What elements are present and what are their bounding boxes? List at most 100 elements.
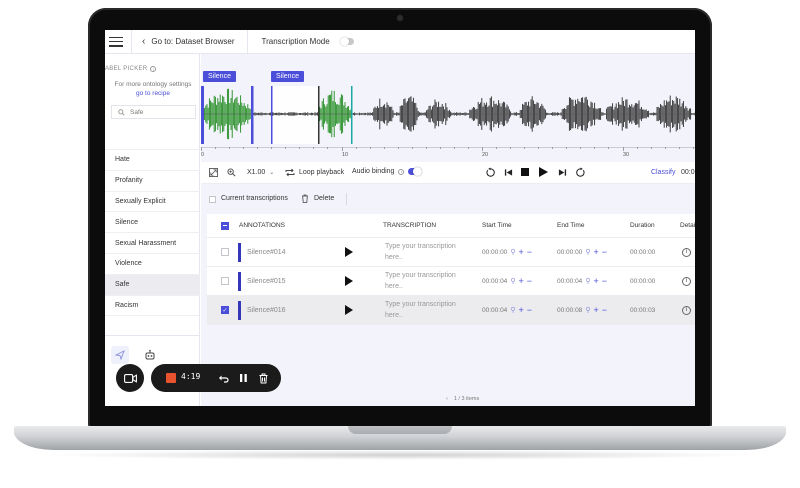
column-header-start-time: Start Time xyxy=(482,222,512,229)
start-time[interactable]: 00:00:04 xyxy=(482,278,507,285)
ruler-tick xyxy=(538,147,540,149)
transcription-placeholder: here.. xyxy=(385,283,403,290)
silence-chip[interactable]: Silence xyxy=(271,71,304,82)
play-segment-button[interactable] xyxy=(345,305,353,315)
play-button[interactable] xyxy=(539,167,548,177)
info-icon[interactable]: i xyxy=(150,66,157,72)
stop-button[interactable] xyxy=(521,168,529,176)
pin-icon[interactable]: ⚲ xyxy=(510,248,515,256)
plus-icon[interactable]: + xyxy=(518,276,523,286)
skip-previous-button[interactable] xyxy=(504,168,513,177)
play-segment-button[interactable] xyxy=(345,276,353,286)
zoom-level-select[interactable]: X1.00 ⌄ xyxy=(247,169,274,176)
chevron-left-icon[interactable]: ‹ xyxy=(446,396,448,402)
segment-boundary-handle[interactable] xyxy=(351,86,353,144)
waveform[interactable] xyxy=(201,86,695,146)
label-item-safe[interactable]: Safe xyxy=(105,273,200,295)
pin-icon[interactable]: ⚲ xyxy=(585,248,590,256)
send-button[interactable] xyxy=(111,346,129,364)
label-item-sexual-harassment[interactable]: Sexual Harassment xyxy=(105,232,200,253)
rewind-button[interactable] xyxy=(485,167,496,178)
ruler-tick xyxy=(285,147,287,149)
stop-recording-button[interactable] xyxy=(166,373,176,383)
minus-icon[interactable]: − xyxy=(602,276,607,286)
transcription-mode-label: Transcription Mode xyxy=(261,37,330,46)
label-item-profanity[interactable]: Profanity xyxy=(105,169,200,191)
end-time[interactable]: 00:00:04 xyxy=(557,278,582,285)
transcription-input[interactable]: Type your transcription here.. xyxy=(385,299,473,321)
transcription-input[interactable]: Type your transcription here.. xyxy=(385,270,473,292)
hamburger-menu-icon[interactable] xyxy=(109,36,123,47)
start-time[interactable]: 00:00:00 xyxy=(482,249,507,256)
header-checkbox[interactable] xyxy=(221,221,229,230)
plus-icon[interactable]: + xyxy=(593,276,598,286)
classify-button[interactable]: Classify xyxy=(651,169,676,176)
pause-button[interactable] xyxy=(235,370,251,386)
label-list: Hate Profanity Sexually Explicit Silence… xyxy=(105,149,200,317)
skip-next-button[interactable] xyxy=(558,168,567,177)
details-info-icon[interactable]: i xyxy=(682,276,691,286)
transcription-placeholder: here.. xyxy=(385,312,403,319)
label-item-sexually-explicit[interactable]: Sexually Explicit xyxy=(105,190,200,212)
transcription-mode: Transcription Mode xyxy=(262,37,354,46)
back-to-dataset-browser-link[interactable]: ‹ Go to: Dataset Browser xyxy=(142,36,235,47)
robot-button[interactable] xyxy=(143,348,157,362)
pin-icon[interactable]: ⚲ xyxy=(585,306,590,314)
plus-icon[interactable]: + xyxy=(593,305,598,315)
camera-toggle-button[interactable] xyxy=(116,364,144,392)
info-icon[interactable]: i xyxy=(398,168,405,175)
ruler-tick-label: 10 xyxy=(342,152,349,158)
segment-boundary-handle[interactable] xyxy=(201,86,204,144)
label-item-racism[interactable]: Racism xyxy=(105,294,200,316)
pagination: ‹ 1 / 3 items xyxy=(446,396,479,402)
row-checkbox[interactable] xyxy=(221,248,229,256)
delete-recording-button[interactable] xyxy=(255,370,271,386)
minus-icon[interactable]: − xyxy=(602,305,607,315)
loop-playback-button[interactable]: Loop playback xyxy=(285,168,344,177)
delete-button[interactable]: Delete xyxy=(301,194,334,203)
minus-icon[interactable]: − xyxy=(527,247,532,257)
details-info-icon[interactable]: i xyxy=(682,305,691,315)
details-info-icon[interactable]: i xyxy=(682,247,691,257)
forward-button[interactable] xyxy=(575,167,586,178)
row-checkbox[interactable] xyxy=(221,277,229,285)
select-all-checkbox[interactable] xyxy=(209,196,216,203)
end-time[interactable]: 00:00:08 xyxy=(557,307,582,314)
table-row[interactable]: ✓ Silence#016 Type your transcription her… xyxy=(207,296,695,325)
end-time[interactable]: 00:00:00 xyxy=(557,249,582,256)
divider xyxy=(105,315,200,317)
fit-screen-button[interactable] xyxy=(209,168,218,177)
table-row[interactable]: Silence#014 Type your transcription here.… xyxy=(207,238,695,267)
ruler-tick xyxy=(299,147,301,149)
segment-boundary-handle[interactable] xyxy=(251,86,254,144)
ruler-tick xyxy=(201,147,202,151)
minus-icon[interactable]: − xyxy=(527,305,532,315)
plus-icon[interactable]: + xyxy=(518,305,523,315)
minus-icon[interactable]: − xyxy=(527,276,532,286)
label-item-hate[interactable]: Hate xyxy=(105,149,200,170)
label-item-silence[interactable]: Silence xyxy=(105,211,200,232)
row-checkbox[interactable]: ✓ xyxy=(221,306,229,314)
ruler-tick xyxy=(229,147,231,149)
minus-icon[interactable]: − xyxy=(602,247,607,257)
waveform-area[interactable]: Silence Silence 0 10 20 30 xyxy=(201,54,695,160)
go-to-recipe-link[interactable]: go to recipe xyxy=(109,90,197,97)
label-search-input[interactable] xyxy=(130,108,186,116)
audio-binding-toggle[interactable] xyxy=(408,167,423,176)
pin-icon[interactable]: ⚲ xyxy=(510,277,515,285)
start-time[interactable]: 00:00:04 xyxy=(482,307,507,314)
zoom-button[interactable] xyxy=(227,168,236,177)
segment-boundary-handle[interactable] xyxy=(271,86,273,144)
table-row[interactable]: Silence#015 Type your transcription here.… xyxy=(207,267,695,296)
silence-chip[interactable]: Silence xyxy=(203,71,236,82)
play-segment-button[interactable] xyxy=(345,247,353,257)
transcription-mode-toggle[interactable] xyxy=(339,37,354,46)
plus-icon[interactable]: + xyxy=(593,247,598,257)
pin-icon[interactable]: ⚲ xyxy=(510,306,515,314)
plus-icon[interactable]: + xyxy=(518,247,523,257)
transcription-input[interactable]: Type your transcription here.. xyxy=(385,241,473,263)
pin-icon[interactable]: ⚲ xyxy=(585,277,590,285)
undo-button[interactable] xyxy=(215,370,231,386)
segment-boundary-handle[interactable] xyxy=(318,86,320,144)
label-item-violence[interactable]: Violence xyxy=(105,252,200,274)
